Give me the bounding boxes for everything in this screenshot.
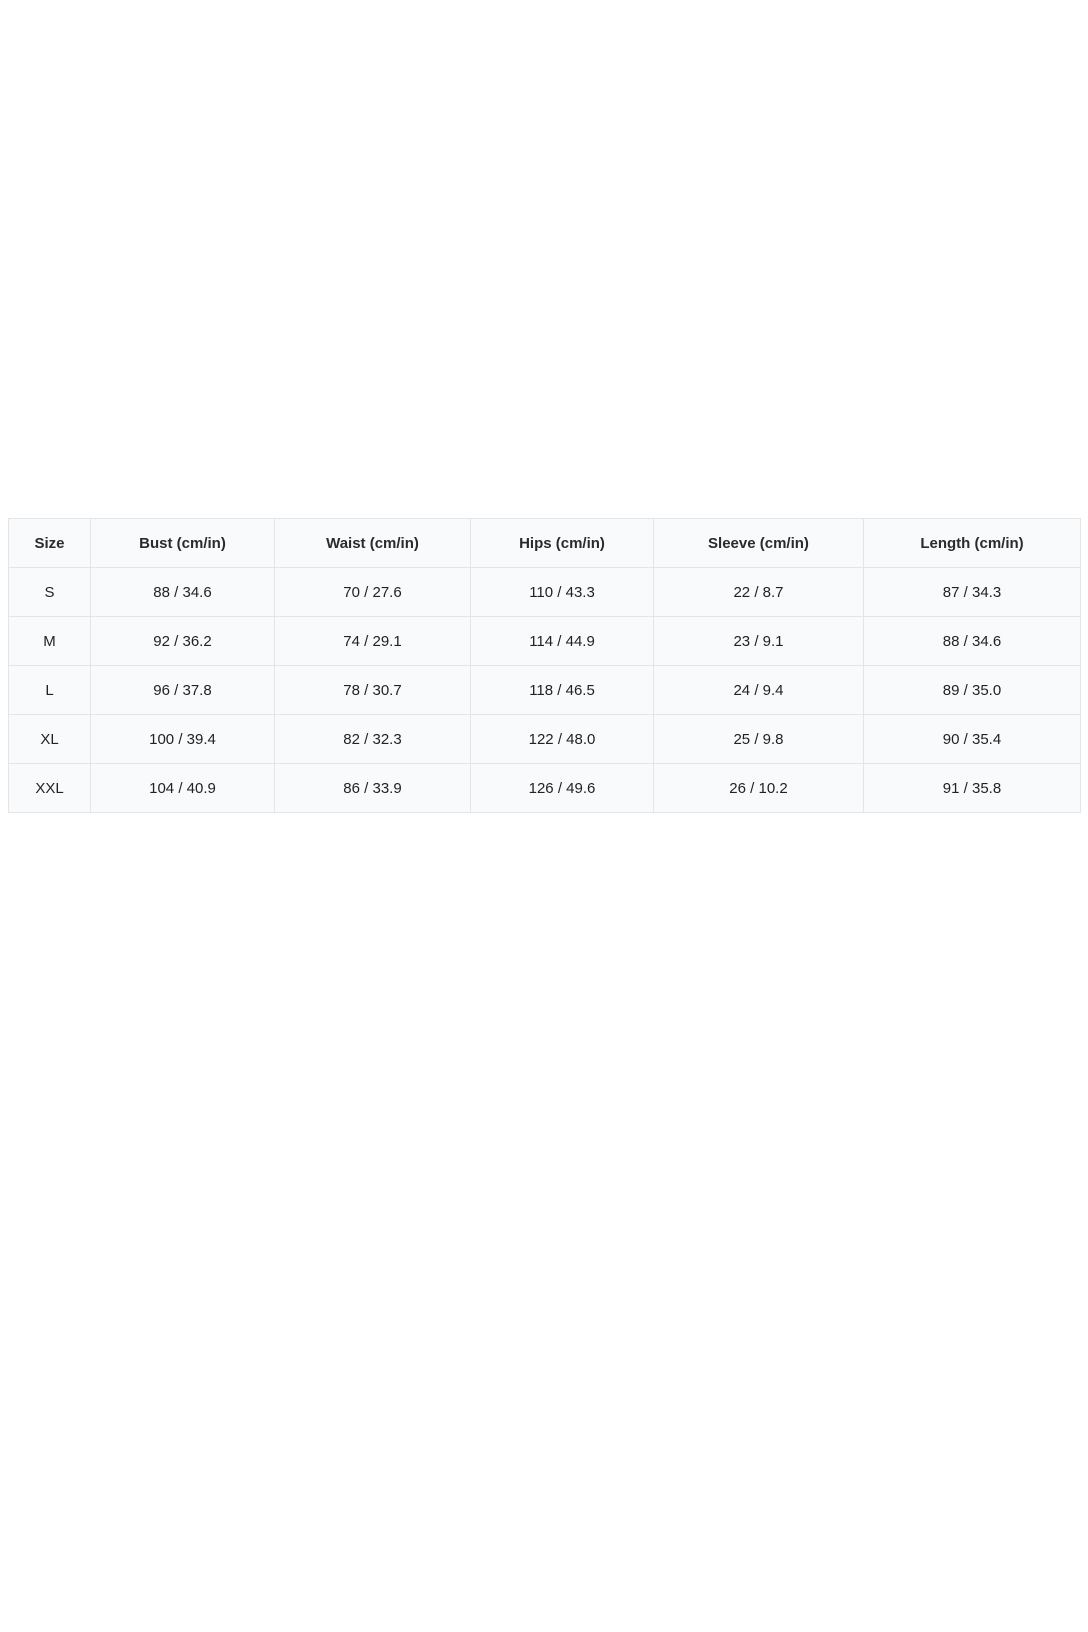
- size-chart-body: S 88 / 34.6 70 / 27.6 110 / 43.3 22 / 8.…: [8, 567, 1081, 813]
- cell-bust: 96 / 37.8: [90, 665, 275, 715]
- cell-size: M: [8, 616, 91, 666]
- header-sleeve: Sleeve (cm/in): [653, 518, 864, 568]
- cell-length: 91 / 35.8: [863, 763, 1081, 813]
- cell-sleeve: 26 / 10.2: [653, 763, 864, 813]
- table-row: XXL 104 / 40.9 86 / 33.9 126 / 49.6 26 /…: [8, 763, 1081, 813]
- cell-size: XL: [8, 714, 91, 764]
- table-row: L 96 / 37.8 78 / 30.7 118 / 46.5 24 / 9.…: [8, 665, 1081, 715]
- cell-sleeve: 22 / 8.7: [653, 567, 864, 617]
- cell-length: 87 / 34.3: [863, 567, 1081, 617]
- header-bust: Bust (cm/in): [90, 518, 275, 568]
- cell-size: XXL: [8, 763, 91, 813]
- header-length: Length (cm/in): [863, 518, 1081, 568]
- table-row: M 92 / 36.2 74 / 29.1 114 / 44.9 23 / 9.…: [8, 616, 1081, 666]
- table-row: XL 100 / 39.4 82 / 32.3 122 / 48.0 25 / …: [8, 714, 1081, 764]
- cell-sleeve: 25 / 9.8: [653, 714, 864, 764]
- cell-bust: 88 / 34.6: [90, 567, 275, 617]
- header-hips: Hips (cm/in): [470, 518, 654, 568]
- header-row: Size Bust (cm/in) Waist (cm/in) Hips (cm…: [8, 518, 1081, 568]
- cell-bust: 104 / 40.9: [90, 763, 275, 813]
- cell-waist: 86 / 33.9: [274, 763, 471, 813]
- cell-size: L: [8, 665, 91, 715]
- cell-length: 90 / 35.4: [863, 714, 1081, 764]
- cell-hips: 122 / 48.0: [470, 714, 654, 764]
- cell-hips: 110 / 43.3: [470, 567, 654, 617]
- header-waist: Waist (cm/in): [274, 518, 471, 568]
- cell-sleeve: 24 / 9.4: [653, 665, 864, 715]
- size-chart-header: Size Bust (cm/in) Waist (cm/in) Hips (cm…: [8, 518, 1081, 568]
- cell-length: 88 / 34.6: [863, 616, 1081, 666]
- cell-waist: 78 / 30.7: [274, 665, 471, 715]
- size-chart-table: Size Bust (cm/in) Waist (cm/in) Hips (cm…: [8, 518, 1081, 813]
- cell-length: 89 / 35.0: [863, 665, 1081, 715]
- table-row: S 88 / 34.6 70 / 27.6 110 / 43.3 22 / 8.…: [8, 567, 1081, 617]
- cell-bust: 92 / 36.2: [90, 616, 275, 666]
- cell-size: S: [8, 567, 91, 617]
- cell-sleeve: 23 / 9.1: [653, 616, 864, 666]
- cell-bust: 100 / 39.4: [90, 714, 275, 764]
- cell-hips: 114 / 44.9: [470, 616, 654, 666]
- cell-hips: 118 / 46.5: [470, 665, 654, 715]
- cell-hips: 126 / 49.6: [470, 763, 654, 813]
- cell-waist: 74 / 29.1: [274, 616, 471, 666]
- cell-waist: 70 / 27.6: [274, 567, 471, 617]
- header-size: Size: [8, 518, 91, 568]
- cell-waist: 82 / 32.3: [274, 714, 471, 764]
